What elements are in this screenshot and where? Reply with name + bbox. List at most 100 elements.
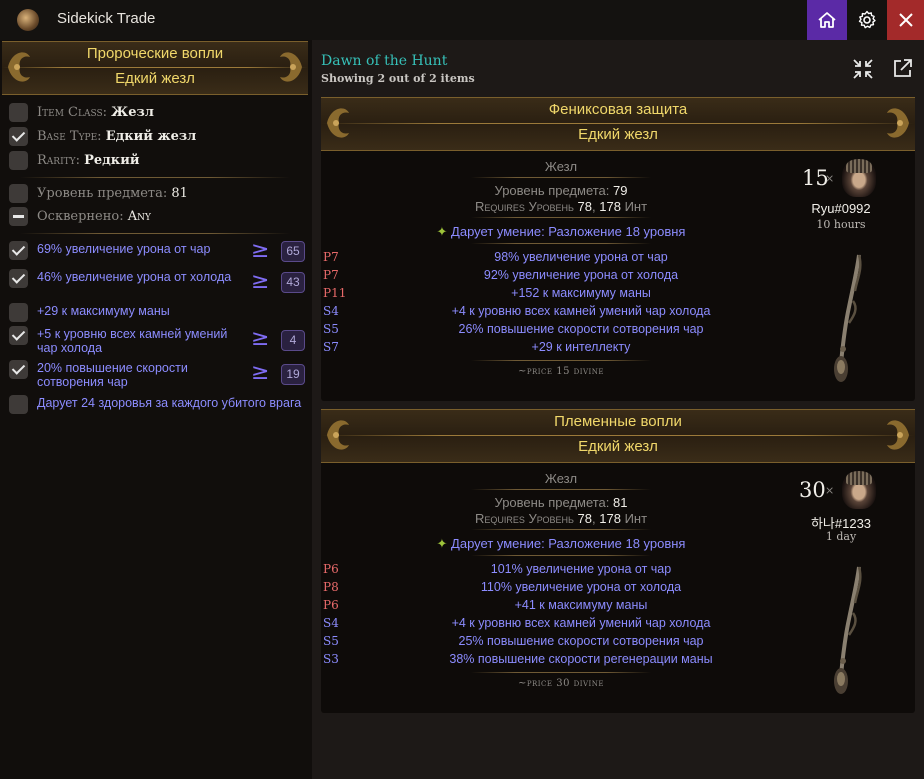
skill-gem-icon: ✦ — [436, 536, 448, 551]
seller-name[interactable]: Ryu#0992 — [781, 201, 901, 216]
titlebar: Sidekick Trade — [0, 0, 924, 40]
min-value-input[interactable]: 19 — [281, 364, 305, 385]
result-card[interactable]: Фениксовая защита Едкий жезл Жезл Уровен… — [321, 97, 915, 401]
divider — [471, 489, 651, 490]
wand-item-icon — [834, 254, 862, 382]
results-count: Showing 2 out of 2 items — [321, 72, 475, 85]
filter-mod[interactable]: 69% увеличение урона от чар ≥ 65 — [9, 238, 309, 269]
seller-avatar[interactable] — [842, 471, 876, 509]
settings-button[interactable] — [847, 0, 887, 40]
external-link-icon — [894, 59, 912, 77]
collapse-icon — [853, 59, 873, 79]
item-base: Едкий жезл — [578, 438, 658, 455]
home-icon — [818, 12, 836, 28]
checkbox[interactable] — [9, 395, 28, 414]
item-base: Едкий жезл — [578, 126, 658, 143]
checkbox[interactable] — [9, 103, 28, 122]
item-name: Фениксовая защита — [548, 101, 688, 118]
filter-mod[interactable]: +29 к максимуму маны — [9, 303, 309, 325]
checkbox[interactable] — [9, 269, 28, 288]
item-name: Племенные вопли — [554, 413, 682, 430]
greater-equal-icon: ≥ — [251, 326, 270, 351]
collapse-button[interactable] — [851, 57, 875, 81]
item-header-banner: Фениксовая защита Едкий жезл — [321, 97, 915, 151]
min-value-input[interactable]: 43 — [281, 272, 305, 293]
divider — [471, 529, 651, 530]
mod-line: P7 98% увеличение урона от чар — [323, 250, 668, 264]
filter-mod[interactable]: 46% увеличение урона от холода ≥ 43 — [9, 269, 309, 303]
mod-line: P11 +152 к максимуму маны — [323, 286, 651, 300]
requirements: Requires Уровень 78, 178 Инт — [474, 511, 648, 526]
app-title: Sidekick Trade — [57, 10, 156, 27]
divider — [471, 360, 651, 361]
item-level: Уровень предмета: 81 — [494, 495, 628, 510]
checkbox[interactable] — [9, 184, 28, 203]
checkbox[interactable] — [9, 151, 28, 170]
greater-equal-icon: ≥ — [251, 360, 270, 385]
checkbox[interactable] — [9, 326, 28, 345]
mod-line: S5 26% повышение скорости сотворения чар — [323, 322, 704, 336]
item-name: Пророческие вопли — [86, 45, 224, 62]
multiply-icon: × — [825, 484, 835, 497]
greater-equal-icon: ≥ — [251, 269, 270, 294]
listing-age: 1 day — [825, 530, 857, 543]
app-logo — [17, 9, 39, 31]
league-name: Dawn of the Hunt — [321, 53, 448, 69]
checkbox[interactable] — [9, 127, 28, 146]
open-external-button[interactable] — [890, 57, 914, 81]
home-button[interactable] — [807, 0, 847, 40]
seller-avatar[interactable] — [842, 159, 876, 197]
checkbox[interactable] — [9, 241, 28, 260]
mod-line: P6 101% увеличение урона от чар — [323, 562, 672, 576]
wand-item-icon — [834, 566, 862, 694]
divider — [471, 672, 651, 673]
mod-line: S5 25% повышение скорости сотворения чар — [323, 634, 704, 648]
listing-age: 10 hours — [816, 218, 866, 231]
item-header-banner: Пророческие вопли Едкий жезл — [2, 41, 308, 95]
filter-item-class[interactable]: Item Class: Жезл — [9, 103, 309, 125]
mod-line: P6 +41 к максимуму маны — [323, 598, 648, 612]
mod-line: S7 +29 к интеллекту — [323, 340, 631, 354]
mod-line: S3 38% повышение скорости регенерации ман… — [323, 652, 713, 666]
item-base: Едкий жезл — [115, 70, 195, 87]
requirements: Requires Уровень 78, 178 Инт — [474, 199, 648, 214]
divider — [471, 243, 651, 244]
greater-equal-icon: ≥ — [251, 238, 270, 263]
divider — [20, 177, 290, 178]
filter-mod[interactable]: Дарует 24 здоровья за каждого убитого вр… — [9, 395, 309, 429]
checkbox[interactable] — [9, 360, 28, 379]
price-note: ~price 15 divine — [517, 366, 605, 377]
multiply-icon: × — [825, 172, 835, 185]
filter-mod[interactable]: 20% повышение скорости сотворения чар ≥ … — [9, 360, 309, 394]
checkbox[interactable] — [9, 303, 28, 322]
divider — [20, 233, 290, 234]
stock-count: 30 — [799, 478, 826, 502]
filter-corrupted[interactable]: Осквернено: Any — [9, 207, 309, 229]
checkbox[interactable] — [9, 207, 28, 226]
granted-skill: ✦ Дарует умение: Разложение 18 уровня — [436, 536, 686, 551]
skill-gem-icon: ✦ — [436, 224, 448, 239]
mod-line: S4 +4 к уровню всех камней умений чар хол… — [323, 616, 711, 630]
item-class: Жезл — [544, 159, 578, 174]
filter-base-type[interactable]: Base Type: Едкий жезл — [9, 127, 309, 149]
gear-icon — [858, 10, 876, 29]
divider — [471, 177, 651, 178]
close-icon — [898, 13, 913, 27]
divider — [471, 555, 651, 556]
mod-line: P8 110% увеличение урона от холода — [323, 580, 682, 594]
min-value-input[interactable]: 4 — [281, 330, 305, 351]
granted-skill: ✦ Дарует умение: Разложение 18 уровня — [436, 224, 686, 239]
mod-line: P7 92% увеличение урона от холода — [323, 268, 679, 282]
min-value-input[interactable]: 65 — [281, 241, 305, 262]
result-card[interactable]: Племенные вопли Едкий жезл Жезл Уровень … — [321, 409, 915, 713]
divider — [471, 217, 651, 218]
filter-rarity[interactable]: Rarity: Редкий — [9, 151, 309, 173]
close-button[interactable] — [887, 0, 924, 40]
mod-line: S4 +4 к уровню всех камней умений чар хол… — [323, 304, 711, 318]
item-class: Жезл — [544, 471, 578, 486]
filter-item-level[interactable]: Уровень предмета: 81 — [9, 184, 309, 206]
price-note: ~price 30 divine — [517, 678, 605, 689]
filter-panel: Пророческие вопли Едкий жезл Item Class:… — [0, 40, 312, 779]
filter-mod[interactable]: +5 к уровню всех камней умений чар холод… — [9, 326, 309, 360]
item-header-banner: Племенные вопли Едкий жезл — [321, 409, 915, 463]
